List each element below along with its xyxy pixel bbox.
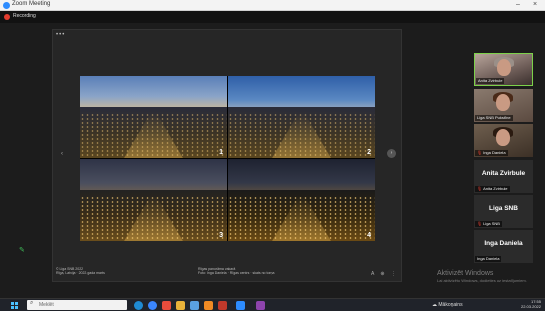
participant-name: 🎙Liga SNB [475,221,502,227]
participant-name: Anita Zvirbule [476,78,505,84]
photo-number: 3 [219,232,223,239]
recording-label: Recording [13,13,36,19]
more-icon[interactable]: ⋮ [391,271,396,277]
participant-tile[interactable]: Liga SNB Pukstīne [474,89,533,122]
window-title: Zoom Meeting [12,1,51,7]
slide-controls: A ⊕ ⋮ [366,271,396,277]
participant-display-name: Anita Zvirbule [481,170,526,177]
record-icon[interactable] [4,14,10,20]
zoom-app-icon [3,2,10,9]
participant-tile[interactable]: Anita Zvirbule [474,53,533,86]
folder-icon[interactable] [176,301,185,310]
powerpoint-icon[interactable] [204,301,213,310]
edge-icon[interactable] [134,301,143,310]
recording-bar: Recording [0,11,545,23]
participant-name: 🎙Inga Daniela [475,150,508,156]
photo-number: 1 [219,149,223,156]
browser-icon[interactable] [148,301,157,310]
participant-tile[interactable]: Anita Zvirbule 🎙Anita Zvirbule [474,160,533,193]
windows-start-icon[interactable] [11,302,18,309]
clock[interactable]: 17:55 22.03.2022 [521,299,541,309]
close-button[interactable]: × [529,0,541,10]
muted-mic-icon: 🎙 [477,221,483,226]
participant-tile[interactable]: Inga Daniela Inga Daniela [474,230,533,263]
window-title-bar: Zoom Meeting – × [0,0,545,11]
participant-name: 🎙Anita Zvirbule [475,186,510,192]
photo-number: 4 [367,232,371,239]
presentation-slide: 1 2 3 4 [80,76,375,241]
participant-name: Liga SNB Pukstīne [475,115,513,121]
taskbar-search-input[interactable]: ⌕ Meklēt [27,300,127,310]
minimize-button[interactable]: – [512,0,524,10]
weather-widget[interactable]: ☁ Mākoņains [432,302,463,308]
shared-screen[interactable]: ••• 1 2 3 4 ‹ › © Liga SNB 2022 Rīga, La… [52,29,402,282]
participant-name: Inga Daniela [475,256,502,262]
participant-tile[interactable]: Liga SNB 🎙Liga SNB [474,195,533,228]
slide-caption-center: Rīgas panorāma vakarā Foto: Inga Daniela… [198,267,275,275]
participant-display-name: Inga Daniela [484,240,523,247]
slide-photo-4: 4 [228,159,375,241]
participant-tile[interactable]: 🎙Inga Daniela [474,124,533,157]
search-icon: ⌕ [30,300,34,306]
slide-photo-1: 1 [80,76,227,158]
next-slide-button[interactable]: › [387,149,396,158]
windows-activation-watermark: Aktivizēt Windows Lai aktivizētu Windows… [437,270,527,283]
slide-photo-3: 3 [80,159,227,241]
annotate-pencil-icon[interactable]: ✎ [19,246,25,254]
zoom-taskbar-icon[interactable] [236,301,245,310]
zoom-icon[interactable]: ⊕ [380,271,384,277]
share-options-icon[interactable]: ••• [56,32,65,38]
mail-icon[interactable] [190,301,199,310]
taskbar: ⌕ Meklēt ☁ Mākoņains 17:55 22.03.2022 [0,298,545,311]
app-icon[interactable] [256,301,265,310]
muted-mic-icon: 🎙 [477,186,483,191]
muted-mic-icon: 🎙 [477,150,483,155]
participant-display-name: Liga SNB [489,205,518,212]
font-icon[interactable]: A [371,271,374,277]
app-icon[interactable] [218,301,227,310]
photo-number: 2 [367,149,371,156]
slide-photo-2: 2 [228,76,375,158]
app-icon[interactable] [162,301,171,310]
slide-caption-left: © Liga SNB 2022 Rīga, Latvija · 2022.gad… [56,267,105,275]
previous-slide-button[interactable]: ‹ [61,151,63,157]
